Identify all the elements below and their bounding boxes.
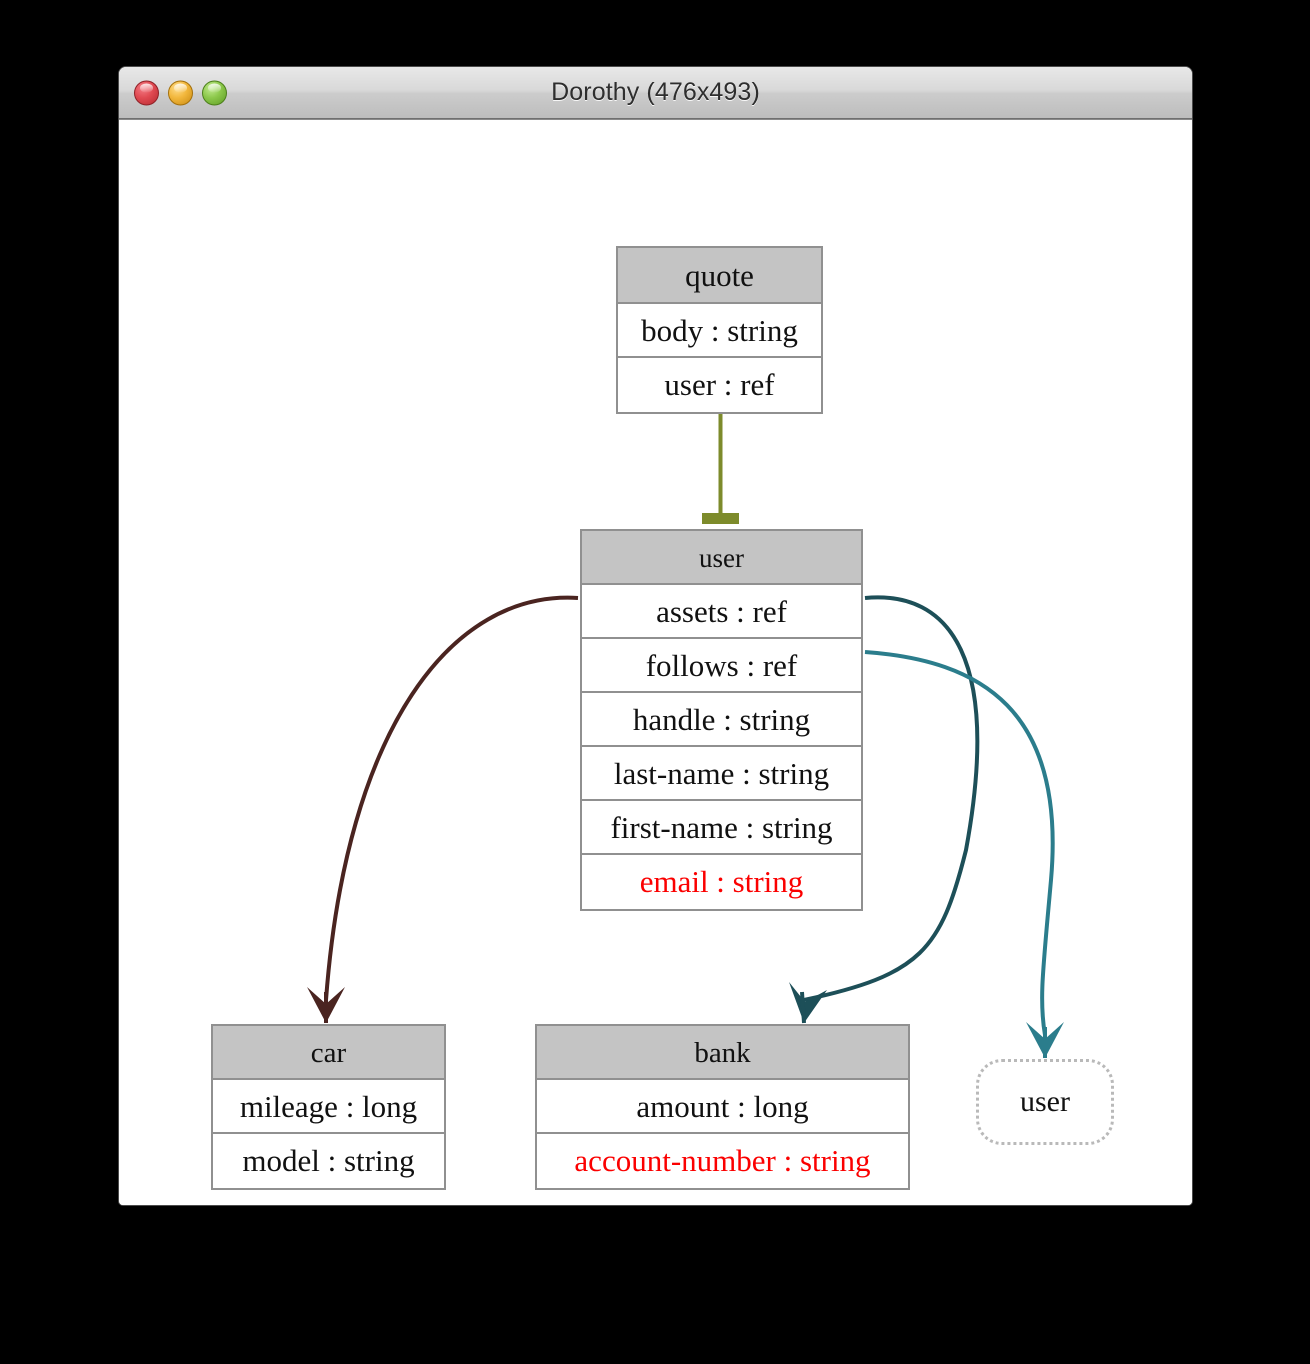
field-user-assets[interactable]: assets : ref bbox=[582, 585, 861, 639]
diagram-canvas[interactable]: quote body : string user : ref user asse… bbox=[121, 120, 1192, 1205]
entity-node-user-ghost[interactable]: user bbox=[976, 1059, 1114, 1145]
entity-box-car[interactable]: car mileage : long model : string bbox=[211, 1024, 446, 1190]
entity-title-bank: bank bbox=[537, 1026, 908, 1080]
field-user-handle[interactable]: handle : string bbox=[582, 693, 861, 747]
edge-quote-to-user bbox=[702, 413, 739, 524]
entity-box-quote[interactable]: quote body : string user : ref bbox=[616, 246, 823, 414]
field-user-last-name[interactable]: last-name : string bbox=[582, 747, 861, 801]
field-bank-amount[interactable]: amount : long bbox=[537, 1080, 908, 1134]
entity-title-car: car bbox=[213, 1026, 444, 1080]
entity-title-user-ghost: user bbox=[1020, 1085, 1070, 1118]
field-quote-body[interactable]: body : string bbox=[618, 304, 821, 358]
diagram-canvas-container[interactable]: quote body : string user : ref user asse… bbox=[119, 119, 1192, 1205]
edge-user-to-user-ghost bbox=[864, 650, 1064, 1058]
entity-title-quote: quote bbox=[618, 248, 821, 304]
application-window: Dorothy (476x493) quote body: string us… bbox=[118, 66, 1193, 1206]
zoom-button[interactable] bbox=[202, 80, 227, 105]
entity-box-user[interactable]: user assets : ref follows : ref handle :… bbox=[580, 529, 863, 911]
window-controls bbox=[134, 80, 227, 105]
entity-title-user: user bbox=[582, 531, 861, 585]
field-car-model[interactable]: model : string bbox=[213, 1134, 444, 1188]
close-button[interactable] bbox=[134, 80, 159, 105]
entity-box-bank[interactable]: bank amount : long account-number : stri… bbox=[535, 1024, 910, 1190]
field-user-email[interactable]: email : string bbox=[582, 855, 861, 909]
window-titlebar[interactable]: Dorothy (476x493) bbox=[119, 67, 1192, 119]
field-user-follows[interactable]: follows : ref bbox=[582, 639, 861, 693]
field-car-mileage[interactable]: mileage : long bbox=[213, 1080, 444, 1134]
edge-user-to-car bbox=[307, 595, 579, 1023]
field-quote-user[interactable]: user : ref bbox=[618, 358, 821, 412]
minimize-button[interactable] bbox=[168, 80, 193, 105]
window-title: Dorothy (476x493) bbox=[551, 78, 760, 106]
field-user-first-name[interactable]: first-name : string bbox=[582, 801, 861, 855]
field-bank-account-number[interactable]: account-number : string bbox=[537, 1134, 908, 1188]
